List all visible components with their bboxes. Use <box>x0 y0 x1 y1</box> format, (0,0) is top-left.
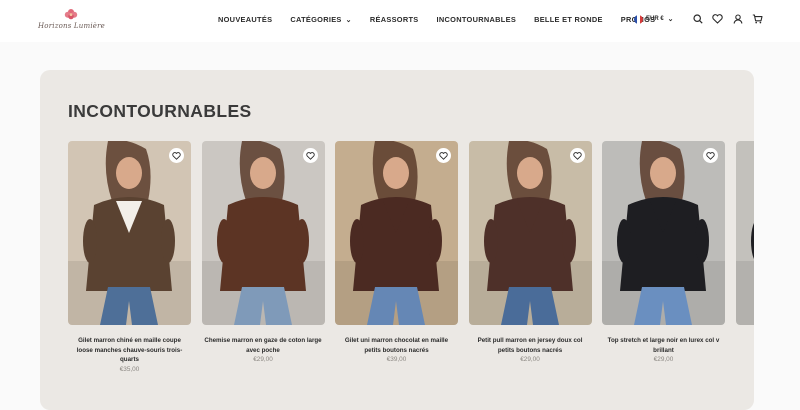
product-title[interactable]: Gilet uni marron chocolat en maille peti… <box>335 336 458 355</box>
product-title[interactable]: Petit pull marron en jersey doux col pet… <box>469 336 592 355</box>
chevron-down-icon: ⌄ <box>667 16 674 23</box>
wishlist-heart-icon[interactable] <box>169 148 184 163</box>
product-title[interactable]: Chemise marron en gaze de coton large av… <box>202 336 325 355</box>
search-icon[interactable] <box>692 13 704 25</box>
wishlist-heart-icon[interactable] <box>703 148 718 163</box>
cart-icon[interactable] <box>752 13 764 25</box>
product-image[interactable] <box>735 141 754 325</box>
currency-label: EUR € <box>646 16 664 22</box>
chevron-down-icon: ⌄ <box>345 17 352 24</box>
product-card[interactable]: Petit pull marron en jersey doux col pet… <box>468 141 592 364</box>
product-title[interactable]: Gilet marron chiné en maille coupe loose… <box>68 336 191 365</box>
product-image[interactable] <box>602 141 725 325</box>
product-image[interactable] <box>468 141 592 325</box>
product-price: €29,00 <box>520 356 540 364</box>
nav-item-nouveautes[interactable]: NOUVEAUTÉS <box>218 15 272 24</box>
product-card[interactable]: Gilet marron chiné en maille coupe loose… <box>68 141 191 373</box>
product-title[interactable]: G <box>736 336 755 346</box>
nav-item-belle-et-ronde[interactable]: BELLE ET RONDE <box>534 15 603 24</box>
product-card[interactable]: Gilet uni marron chocolat en maille peti… <box>335 141 458 363</box>
product-image[interactable] <box>201 141 325 325</box>
product-price: €39,00 <box>386 356 407 364</box>
currency-selector[interactable]: EUR € ⌄ <box>634 14 674 24</box>
incontournables-section: INCONTOURNABLES Gilet marron chiné en ma… <box>40 70 754 410</box>
product-price: €35,00 <box>119 365 140 373</box>
site-header: Horizons Lumière NOUVEAUTÉS CATÉGORIES ⌄ … <box>0 0 800 42</box>
nav-item-incontournables[interactable]: INCONTOURNABLES <box>437 15 517 24</box>
product-card[interactable]: G <box>735 141 755 347</box>
wishlist-heart-icon[interactable] <box>569 148 585 163</box>
heart-icon[interactable] <box>712 13 724 25</box>
flower-logo-icon <box>64 9 78 20</box>
logo-wordmark: Horizons Lumière <box>38 22 105 30</box>
section-title: INCONTOURNABLES <box>68 101 252 121</box>
product-price: €29,00 <box>653 356 674 364</box>
product-carousel: Gilet marron chiné en maille coupe loose… <box>68 141 754 401</box>
main-nav: NOUVEAUTÉS CATÉGORIES ⌄ RÉASSORTS INCONTO… <box>218 15 655 24</box>
product-card[interactable]: Chemise marron en gaze de coton large av… <box>201 141 325 364</box>
product-image[interactable] <box>68 141 191 325</box>
product-card[interactable]: Top stretch et large noir en lurex col v… <box>602 141 725 363</box>
france-flag-icon <box>634 14 643 24</box>
product-image[interactable] <box>335 141 458 325</box>
nav-item-categories[interactable]: CATÉGORIES ⌄ <box>290 15 352 24</box>
product-price: €29,00 <box>253 356 273 364</box>
wishlist-heart-icon[interactable] <box>436 148 451 163</box>
nav-item-reassorts[interactable]: RÉASSORTS <box>370 15 419 24</box>
account-icon[interactable] <box>732 13 744 25</box>
header-tools: EUR € ⌄ <box>634 13 764 25</box>
product-title[interactable]: Top stretch et large noir en lurex col v… <box>602 336 725 355</box>
brand-logo[interactable]: Horizons Lumière <box>38 8 105 34</box>
wishlist-heart-icon[interactable] <box>302 148 318 163</box>
